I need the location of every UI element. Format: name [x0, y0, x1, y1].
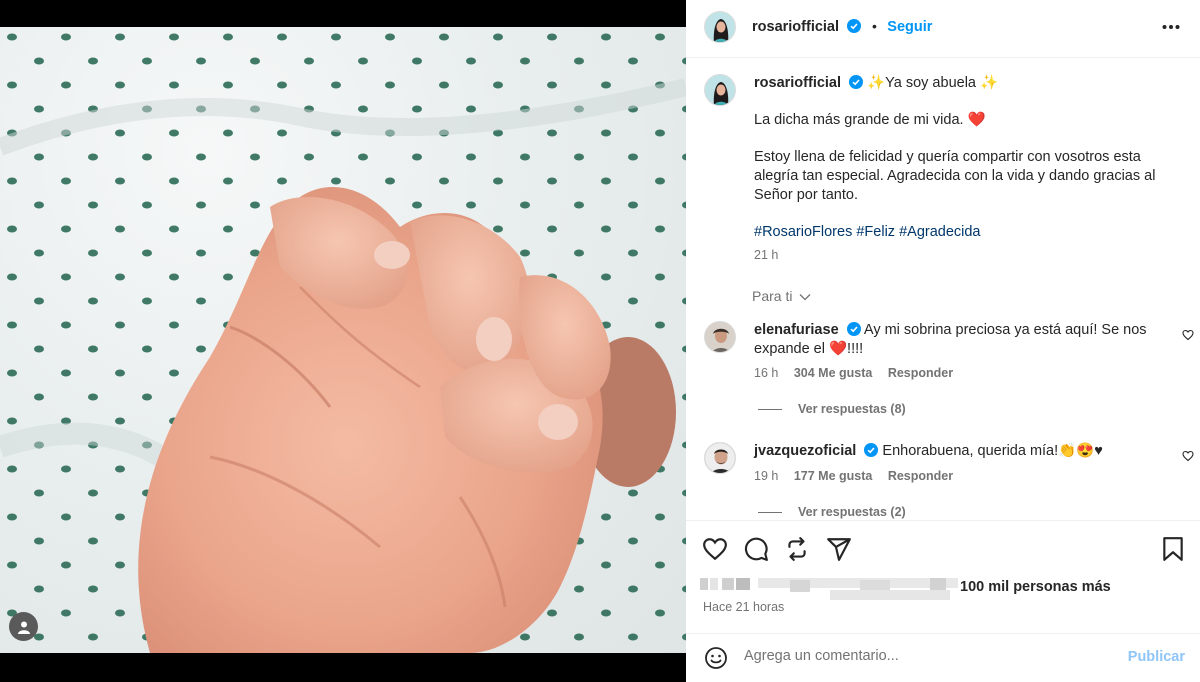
repost-icon[interactable] [784, 536, 810, 562]
clapping-hands-icon: 👏 [1058, 443, 1077, 459]
user-icon [17, 621, 30, 634]
pixelated-avatar [700, 578, 708, 590]
comment-time[interactable]: 16 h [754, 366, 778, 380]
post-header: rosariofficial • Seguir [686, 0, 1200, 58]
more-horizontal-icon[interactable] [1162, 24, 1180, 30]
view-replies-button[interactable]: Ver respuestas (8) [758, 402, 906, 416]
pixelated-name [790, 580, 810, 592]
caption-headline: Ya soy abuela [885, 75, 976, 91]
verified-badge-icon [847, 19, 862, 33]
tagged-user-button[interactable] [9, 612, 38, 641]
add-comment-bar: Publicar [686, 633, 1200, 682]
hashtag-link[interactable]: #Agradecida [899, 224, 980, 240]
pixelated-avatar [722, 578, 734, 590]
verified-badge-icon [849, 75, 864, 89]
likes-summary[interactable]: 100 mil personas más [700, 576, 1190, 600]
verified-badge-icon [864, 443, 879, 457]
avatar-image [705, 443, 735, 473]
comment-text: elenafuriase Ay mi sobrina preciosa ya e… [754, 321, 1154, 359]
view-replies-label: Ver respuestas (8) [798, 402, 906, 416]
pixelated-name [758, 578, 958, 588]
commenter-avatar[interactable] [704, 321, 736, 353]
view-replies-label: Ver respuestas (2) [798, 505, 906, 519]
post-caption: rosariofficial ✨Ya soy abuela ✨ La dicha… [754, 74, 1184, 265]
avatar-image [705, 12, 735, 42]
divider-line [758, 512, 782, 514]
post-photo[interactable] [0, 27, 686, 653]
author-username[interactable]: rosariofficial [752, 19, 839, 35]
comment-time[interactable]: 19 h [754, 469, 778, 483]
comment-body-end: ♥ [1094, 443, 1103, 459]
avatar-image [705, 75, 735, 105]
publish-button[interactable]: Publicar [1128, 649, 1185, 665]
likes-count-text[interactable]: 100 mil personas más [960, 579, 1111, 595]
comment-input[interactable] [744, 648, 1104, 664]
emoji-smiley-icon[interactable] [704, 646, 728, 670]
avatar-image [705, 322, 735, 352]
post-timestamp[interactable]: Hace 21 horas [703, 600, 784, 614]
red-heart-icon: ❤️ [967, 112, 986, 128]
commenter-avatar[interactable] [704, 442, 736, 474]
verified-badge-icon [846, 322, 861, 336]
comment-filter-label: Para ti [752, 288, 793, 304]
post-action-bar [686, 520, 1200, 576]
comment-like-count[interactable]: 177 Me gusta [794, 469, 873, 483]
heart-outline-icon[interactable] [1182, 329, 1194, 341]
comment-body-end: !!!! [847, 341, 864, 357]
divider-line [758, 409, 782, 411]
comment-meta: 16 h 304 Me gusta Responder [754, 366, 965, 380]
comment-item: jvazquezoficial Enhorabuena, querida mía… [704, 442, 1194, 502]
follow-button[interactable]: Seguir [887, 19, 932, 35]
reply-button[interactable]: Responder [888, 366, 953, 380]
commenter-username[interactable]: elenafuriase [754, 322, 839, 338]
baby-hand-photo [0, 27, 686, 653]
pixelated-name [830, 590, 950, 600]
sparkles-icon: ✨ [980, 75, 999, 91]
red-heart-icon: ❤️ [828, 341, 848, 357]
save-bookmark-icon[interactable] [1160, 536, 1186, 562]
hashtag-link[interactable]: #Feliz [856, 224, 895, 240]
heart-outline-icon[interactable] [1182, 450, 1194, 462]
pixelated-avatar [710, 578, 718, 590]
caption-body: Estoy llena de felicidad y quería compar… [754, 149, 1156, 203]
author-avatar[interactable] [704, 11, 736, 43]
caption-author-avatar[interactable] [704, 74, 736, 106]
post-media-pane [0, 0, 686, 682]
caption-timestamp[interactable]: 21 h [754, 246, 1184, 265]
comment-filter-dropdown[interactable]: Para ti [752, 288, 811, 304]
view-replies-button[interactable]: Ver respuestas (2) [758, 505, 906, 519]
hashtag-link[interactable]: #RosarioFlores [754, 224, 852, 240]
like-heart-icon[interactable] [702, 536, 728, 562]
heart-eyes-icon: 😍 [1076, 443, 1095, 459]
caption-author-username[interactable]: rosariofficial [754, 75, 841, 91]
separator-dot: • [871, 18, 877, 34]
comment-text: jvazquezoficial Enhorabuena, querida mía… [754, 442, 1154, 461]
comment-like-count[interactable]: 304 Me gusta [794, 366, 873, 380]
post-detail-panel: rosariofficial • Seguir rosariofficial ✨… [686, 0, 1200, 682]
share-send-icon[interactable] [826, 536, 852, 562]
pixelated-avatar [736, 578, 750, 590]
reply-button[interactable]: Responder [888, 469, 953, 483]
chevron-down-icon [799, 294, 811, 301]
comment-meta: 19 h 177 Me gusta Responder [754, 469, 965, 483]
comment-body: Enhorabuena, querida mía! [882, 443, 1059, 459]
comment-bubble-icon[interactable] [743, 536, 769, 562]
commenter-username[interactable]: jvazquezoficial [754, 443, 856, 459]
sparkles-icon: ✨ [867, 75, 886, 91]
caption-line-2: La dicha más grande de mi vida. [754, 112, 964, 128]
